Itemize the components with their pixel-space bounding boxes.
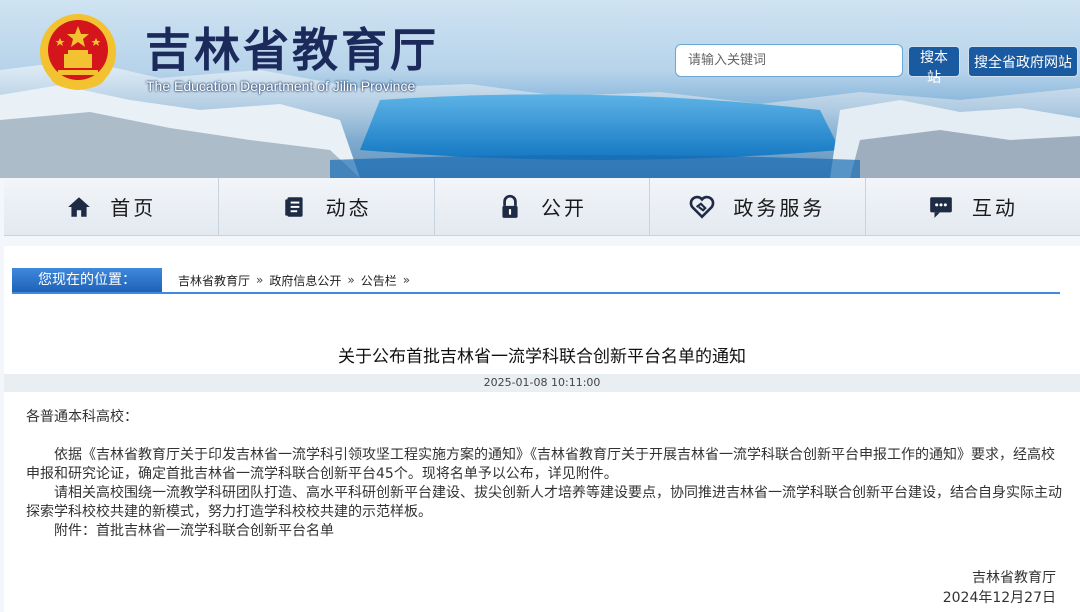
handshake-heart-icon bbox=[690, 195, 715, 219]
search-all-gov-button[interactable]: 搜全省政府网站 bbox=[968, 46, 1078, 77]
nav-label: 首页 bbox=[110, 196, 157, 220]
nav-item-public[interactable]: 公开 bbox=[435, 178, 651, 235]
article-paragraph: 请相关高校围绕一流教学科研团队打造、高水平科研创新平台建设、拔尖创新人才培养等建… bbox=[26, 485, 1062, 520]
signature-date: 2024年12月27日 bbox=[942, 590, 1056, 606]
site-subtitle: The Education Department of Jilin Provin… bbox=[146, 78, 416, 94]
article-body: 各普通本科高校： 依据《吉林省教育厅关于印发吉林省一流学科引领攻坚工程实施方案的… bbox=[26, 408, 1062, 541]
signature-org: 吉林省教育厅 bbox=[972, 570, 1056, 586]
nav-item-home[interactable]: 首页 bbox=[4, 178, 220, 235]
main-nav: 首页 动态 公开 政务服务 互动 bbox=[4, 178, 1080, 236]
article-signature: 吉林省教育厅 2024年12月27日 bbox=[943, 568, 1056, 608]
lock-icon bbox=[502, 194, 518, 218]
chat-icon bbox=[929, 196, 952, 218]
nav-item-interact[interactable]: 互动 bbox=[866, 178, 1080, 235]
breadcrumb-trail: 吉林省教育厅 » 政府信息公开 » 公告栏 » bbox=[178, 268, 416, 292]
location-label: 您现在的位置： bbox=[12, 268, 162, 292]
nav-item-services[interactable]: 政务服务 bbox=[650, 178, 866, 235]
document-icon bbox=[284, 196, 303, 217]
search-input[interactable] bbox=[675, 44, 903, 77]
home-icon bbox=[68, 196, 91, 217]
nav-label: 互动 bbox=[971, 196, 1018, 220]
attachment-link[interactable]: 附件：首批吉林省一流学科联合创新平台名单 bbox=[26, 522, 1062, 541]
search-site-button[interactable]: 搜本站 bbox=[908, 46, 960, 86]
breadcrumb-link-bulletin[interactable]: 公告栏 bbox=[361, 272, 397, 289]
article-date: 2025-01-08 10:11:00 bbox=[4, 374, 1080, 392]
breadcrumb-separator: » bbox=[347, 273, 355, 287]
nav-label: 动态 bbox=[325, 196, 372, 220]
site-title: 吉林省教育厅 bbox=[145, 23, 439, 77]
nav-label: 政务服务 bbox=[733, 196, 826, 220]
article-title: 关于公布首批吉林省一流学科联合创新平台名单的通知 bbox=[338, 347, 746, 367]
national-emblem-logo bbox=[40, 14, 116, 90]
article-salutation: 各普通本科高校： bbox=[26, 409, 138, 425]
breadcrumb-separator: » bbox=[402, 273, 411, 287]
breadcrumb-separator: » bbox=[256, 273, 264, 287]
content-panel: 您现在的位置： 吉林省教育厅 » 政府信息公开 » 公告栏 » 关于公布首批吉林… bbox=[4, 246, 1080, 612]
breadcrumb-link-home[interactable]: 吉林省教育厅 bbox=[178, 272, 250, 289]
nav-label: 公开 bbox=[541, 196, 588, 220]
breadcrumb: 您现在的位置： 吉林省教育厅 » 政府信息公开 » 公告栏 » bbox=[12, 268, 1060, 294]
article-paragraph: 依据《吉林省教育厅关于印发吉林省一流学科引领攻坚工程实施方案的通知》《吉林省教育… bbox=[26, 447, 1055, 482]
nav-item-news[interactable]: 动态 bbox=[219, 178, 435, 235]
site-header: 吉林省教育厅 The Education Department of Jilin… bbox=[0, 0, 1080, 178]
breadcrumb-link-public-info[interactable]: 政府信息公开 bbox=[269, 272, 341, 289]
